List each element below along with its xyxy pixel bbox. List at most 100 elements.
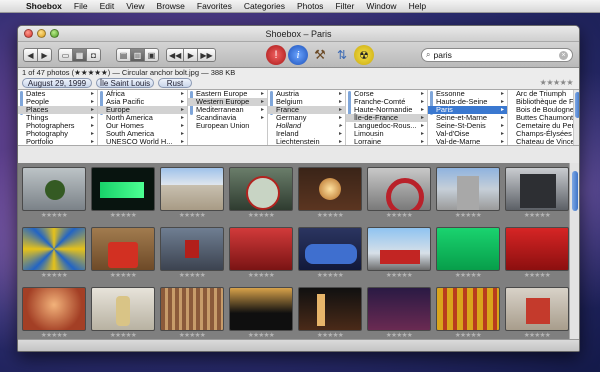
photo-thumbnail[interactable]: ★★★★★ (90, 287, 156, 340)
photo-thumbnail[interactable]: ★★★★★ (297, 227, 363, 280)
info-icon[interactable]: i (288, 45, 308, 65)
photo-thumbnail[interactable]: ★★★★★ (366, 227, 432, 280)
photo-thumbnail[interactable]: ★★★★★ (90, 167, 156, 220)
back-button[interactable]: ◀ (23, 48, 38, 62)
search-field[interactable]: ⌕ paris × (421, 48, 573, 62)
scroll-thumb[interactable] (572, 171, 578, 211)
menu-filter[interactable]: Filter (329, 1, 360, 11)
fast-forward-button[interactable]: ▶▶ (197, 48, 216, 62)
category-browser: Dates People Places Things Photographers… (18, 89, 579, 146)
keyword-tag[interactable]: Rust (158, 78, 192, 88)
menu-window[interactable]: Window (360, 1, 402, 11)
photo-thumbnail[interactable]: ★★★★★ (159, 167, 225, 220)
photo-thumbnail[interactable]: ★★★★★ (504, 167, 570, 220)
status-bar (18, 339, 579, 351)
play-button[interactable]: ▶ (183, 48, 199, 62)
menu-edit[interactable]: Edit (94, 1, 121, 11)
category-item[interactable]: Chateau de Vincennes (508, 138, 579, 146)
warning-icon[interactable]: ! (266, 45, 286, 65)
tag-row: August 29, 1999 Île Saint Louis Rust ★★★… (18, 77, 579, 89)
search-icon: ⌕ (426, 50, 431, 59)
menu-categories[interactable]: Categories (238, 1, 291, 11)
photo-thumbnail[interactable]: ★★★★★ (366, 287, 432, 340)
photo-info: 1 of 47 photos (★★★★★) — Circular anchor… (18, 68, 579, 77)
photo-thumbnail[interactable]: ★★★★★ (21, 287, 87, 340)
playback-buttons: ◀◀ ▶ ▶▶ (166, 48, 216, 62)
window-controls (24, 29, 59, 38)
photo-thumbnail[interactable]: ★★★★★ (90, 227, 156, 280)
photo-thumbnail[interactable]: ★★★★★ (228, 227, 294, 280)
browser-scrollbar[interactable] (573, 90, 579, 145)
grid-scrollbar[interactable] (569, 163, 579, 341)
camera-icon: ◘ (91, 50, 96, 60)
photo-thumbnail[interactable]: ★★★★★ (435, 167, 501, 220)
list-view-button[interactable]: ▥ (130, 48, 145, 62)
category-item[interactable]: Val-de-Marne (428, 138, 507, 146)
folder-button[interactable]: ▭ (58, 48, 73, 62)
place-tag[interactable]: Île Saint Louis (96, 78, 154, 88)
radiation-icon[interactable]: ☢ (354, 45, 374, 65)
browser-column: Africa Asia Pacific Europe North America… (98, 90, 188, 146)
menu-view[interactable]: View (120, 1, 150, 11)
category-item[interactable]: Lorraine (346, 138, 427, 146)
photo-thumbnail[interactable]: ★★★★★ (21, 227, 87, 280)
filmstrip-icon: ▦ (75, 50, 84, 60)
photo-thumbnail[interactable]: ★★★★★ (504, 287, 570, 340)
grid-view-icon: ▤ (119, 50, 128, 60)
browser-column: Corse Franche-Comté Haute-Normandie Île-… (346, 90, 428, 146)
photo-thumbnail[interactable]: ★★★★★ (297, 287, 363, 340)
zoom-button[interactable] (50, 29, 59, 38)
photo-thumbnail[interactable]: ★★★★★ (297, 167, 363, 220)
photo-thumbnail[interactable]: ★★★★★ (228, 167, 294, 220)
play-icon: ▶ (187, 50, 194, 60)
nav-buttons: ◀ ▶ (23, 48, 52, 62)
search-input[interactable]: paris (433, 50, 559, 60)
menu-file[interactable]: File (68, 1, 94, 11)
photo-thumbnail[interactable]: ★★★★★ (159, 227, 225, 280)
list-view-icon: ▥ (133, 50, 142, 60)
scroll-thumb[interactable] (575, 92, 579, 118)
category-item[interactable]: European Union (188, 122, 267, 130)
menu-favorites[interactable]: Favorites (191, 1, 238, 11)
clear-icon[interactable]: × (559, 50, 568, 60)
photo-thumbnail[interactable]: ★★★★★ (159, 287, 225, 340)
rating-stars[interactable]: ★★★★★ (540, 78, 574, 87)
photo-thumbnail[interactable]: ★★★★★ (504, 227, 570, 280)
title-bar[interactable]: Shoebox – Paris (18, 26, 579, 42)
photo-thumbnail[interactable]: ★★★★★ (435, 227, 501, 280)
folder-icon: ▭ (61, 50, 70, 60)
menu-app[interactable]: Shoebox (20, 1, 68, 11)
close-button[interactable] (24, 29, 33, 38)
photo-thumbnail[interactable]: ★★★★★ (228, 287, 294, 340)
photo-thumbnail[interactable]: ★★★★★ (21, 167, 87, 220)
detail-view-icon: ▣ (147, 50, 156, 60)
rewind-icon: ◀◀ (169, 50, 182, 60)
browser-column: Arc de Triumph Bibliothèque de F... Bois… (508, 90, 579, 146)
forward-button[interactable]: ▶ (37, 48, 52, 62)
browser-column: Austria Belgium France Germany Holland I… (268, 90, 346, 146)
camera-button[interactable]: ◘ (86, 48, 101, 62)
rewind-button[interactable]: ◀◀ (166, 48, 185, 62)
date-tag[interactable]: August 29, 1999 (22, 78, 92, 88)
view-buttons: ▤ ▥ ▣ (116, 48, 159, 62)
source-buttons: ▭ ▦ ◘ (58, 48, 101, 62)
thumbnail-grid: ★★★★★ ★★★★★ ★★★★★ ★★★★★ ★★★★★ ★★★★★ ★★★★… (18, 163, 571, 341)
detail-view-button[interactable]: ▣ (144, 48, 159, 62)
sort-icon[interactable]: ⇅ (332, 45, 352, 65)
menu-photos[interactable]: Photos (291, 1, 329, 11)
menu-help[interactable]: Help (403, 1, 432, 11)
category-item[interactable]: UNESCO World H... (98, 138, 187, 146)
category-item[interactable]: Liechtenstein (268, 138, 345, 146)
photo-thumbnail[interactable]: ★★★★★ (435, 287, 501, 340)
photo-thumbnail[interactable]: ★★★★★ (366, 167, 432, 220)
filmstrip-button[interactable]: ▦ (72, 48, 87, 62)
grid-view-button[interactable]: ▤ (116, 48, 131, 62)
minimize-button[interactable] (37, 29, 46, 38)
menu-browse[interactable]: Browse (151, 1, 191, 11)
browser-column: Eastern Europe Western Europe Mediterran… (188, 90, 268, 145)
menu-bar: Shoebox File Edit View Browse Favorites … (0, 0, 600, 13)
window-title: Shoebox – Paris (265, 29, 332, 39)
category-item[interactable]: Portfolio (18, 138, 97, 146)
forward-icon: ▶ (41, 50, 48, 60)
hammer-icon[interactable]: ⚒ (310, 45, 330, 65)
